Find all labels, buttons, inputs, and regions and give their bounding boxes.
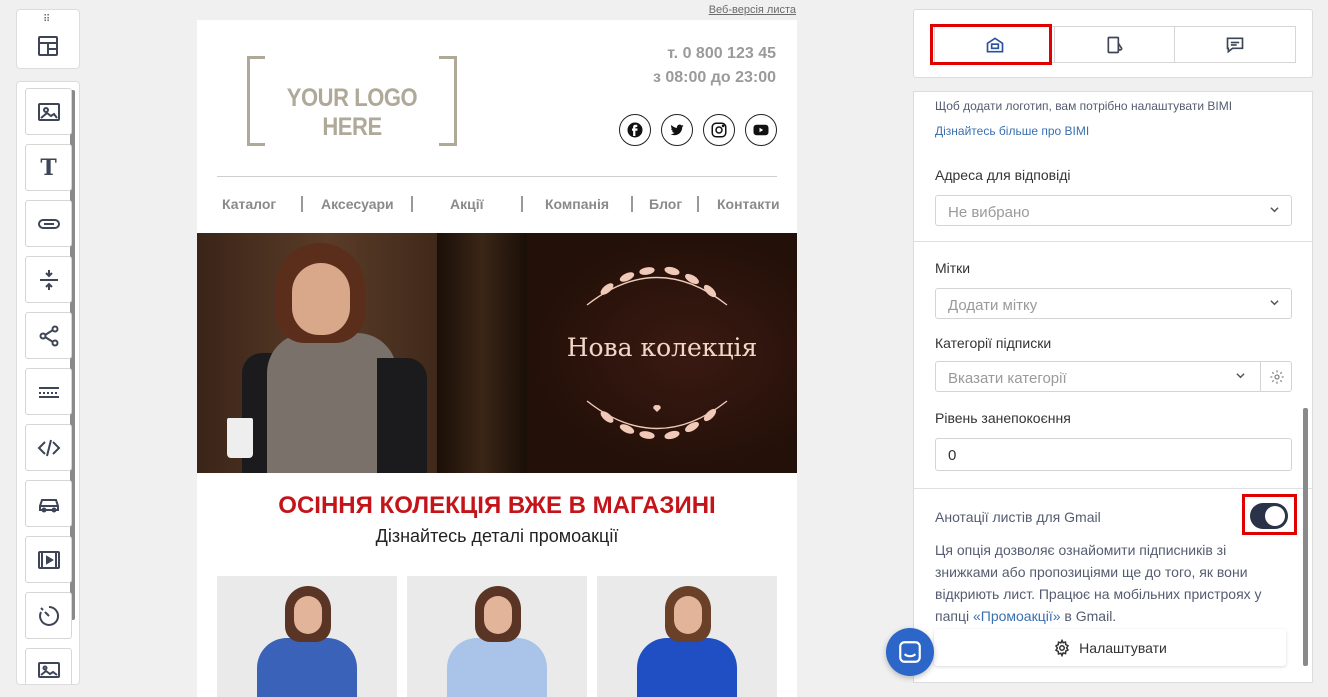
nav-item-company[interactable]: Компанія bbox=[545, 196, 609, 212]
drag-handle-icon[interactable]: ⠿ bbox=[43, 14, 50, 25]
phone-text: т. 0 800 123 45 bbox=[667, 45, 776, 62]
web-version-link[interactable]: Веб-версія листа bbox=[600, 4, 796, 16]
email-nav: Каталог Аксесуари Акції Компанія Блог Ко… bbox=[197, 196, 797, 216]
panel-scrollbar[interactable] bbox=[1303, 408, 1308, 666]
social-block-button[interactable] bbox=[25, 312, 72, 359]
configure-button[interactable]: Налаштувати bbox=[934, 629, 1286, 666]
tab-email-settings[interactable] bbox=[934, 26, 1055, 63]
contacts-block: т. 0 800 123 45 з 08:00 до 23:00 bbox=[653, 42, 776, 90]
text-icon: T bbox=[40, 154, 57, 181]
image-icon bbox=[37, 102, 60, 121]
button-block-button[interactable] bbox=[25, 200, 72, 247]
facebook-icon[interactable] bbox=[619, 114, 651, 146]
text-block-button[interactable]: T bbox=[25, 144, 72, 191]
concern-level-input[interactable]: 0 bbox=[935, 438, 1292, 471]
blocks-toolbar: T bbox=[16, 81, 80, 685]
timer-block-button[interactable] bbox=[25, 592, 72, 639]
video-block-button[interactable] bbox=[25, 536, 72, 583]
twitter-icon[interactable] bbox=[661, 114, 693, 146]
configure-label: Налаштувати bbox=[1079, 639, 1167, 656]
nav-item-accessories[interactable]: Аксесуари bbox=[321, 196, 394, 212]
timer-icon bbox=[38, 605, 59, 626]
bimi-link[interactable]: Дізнайтесь більше про BIMI bbox=[935, 124, 1089, 138]
code-icon bbox=[37, 439, 60, 456]
gmail-annotations-label: Анотації листів для Gmail bbox=[935, 509, 1101, 525]
instagram-icon[interactable] bbox=[703, 114, 735, 146]
support-chat-button[interactable] bbox=[886, 628, 934, 676]
html-block-button[interactable] bbox=[25, 424, 72, 471]
nav-item-promotions[interactable]: Акції bbox=[450, 196, 484, 212]
concern-level-label: Рівень занепокоєння bbox=[935, 410, 1071, 426]
share-icon bbox=[39, 325, 58, 346]
car-icon bbox=[38, 498, 59, 512]
hours-text: з 08:00 до 23:00 bbox=[652, 69, 776, 86]
bimi-note: Щоб додати логотип, вам потрібно налашту… bbox=[935, 99, 1233, 113]
tab-comments[interactable] bbox=[1174, 26, 1296, 63]
chevron-down-icon bbox=[1270, 300, 1279, 306]
tags-select[interactable]: Додати мітку bbox=[935, 288, 1292, 319]
product-card[interactable] bbox=[597, 576, 777, 697]
tags-placeholder: Додати мітку bbox=[948, 297, 1038, 314]
layout-icon bbox=[36, 34, 60, 63]
social-links bbox=[619, 114, 777, 146]
chevron-down-icon bbox=[1236, 373, 1245, 379]
reply-address-select[interactable]: Не вибрано bbox=[935, 195, 1292, 226]
promo-headline: ОСІННЯ КОЛЕКЦІЯ ВЖЕ В МАГАЗИНІ bbox=[278, 492, 716, 519]
promotions-link[interactable]: «Промоакції» bbox=[973, 608, 1061, 624]
video-icon bbox=[37, 550, 60, 569]
banner-block-button[interactable] bbox=[25, 648, 72, 684]
banner-title: Нова колекція bbox=[566, 333, 758, 362]
button-icon bbox=[37, 218, 60, 229]
promo-subline: Дізнайтесь деталі промоакції bbox=[375, 526, 619, 546]
product-card[interactable] bbox=[407, 576, 587, 697]
product-card[interactable] bbox=[217, 576, 397, 697]
product-block-button[interactable] bbox=[25, 480, 72, 527]
gear-icon bbox=[1269, 369, 1284, 384]
nav-item-contacts[interactable]: Контакти bbox=[717, 196, 780, 212]
header-divider bbox=[217, 176, 777, 177]
image-text-icon bbox=[37, 661, 60, 678]
categories-placeholder: Вказати категорії bbox=[948, 370, 1067, 387]
tags-label: Мітки bbox=[935, 260, 971, 276]
nav-item-blog[interactable]: Блог bbox=[649, 196, 682, 212]
coffee-cup-icon bbox=[227, 418, 253, 458]
settings-tabs bbox=[913, 9, 1313, 78]
chevron-down-icon bbox=[1270, 207, 1279, 213]
divider-block-button[interactable] bbox=[25, 368, 72, 415]
settings-panel: Щоб додати логотип, вам потрібно налашту… bbox=[913, 91, 1313, 683]
wreath-top-icon bbox=[586, 266, 728, 306]
gear-icon bbox=[1055, 638, 1070, 657]
youtube-icon[interactable] bbox=[745, 114, 777, 146]
gmail-annotations-description: Ця опція дозволяє ознайомити підписників… bbox=[935, 542, 1262, 624]
tab-design[interactable] bbox=[1054, 26, 1175, 63]
comment-icon bbox=[1226, 37, 1244, 53]
spacer-icon bbox=[39, 269, 58, 290]
image-block-button[interactable] bbox=[25, 88, 72, 135]
nav-item-catalog[interactable]: Каталог bbox=[222, 196, 276, 212]
logo-placeholder[interactable]: YOUR LOGO HERE bbox=[247, 56, 457, 146]
categories-label: Категорії підписки bbox=[935, 335, 1052, 351]
paint-icon bbox=[1107, 36, 1123, 53]
categories-select[interactable]: Вказати категорії bbox=[935, 361, 1292, 392]
reply-address-label: Адреса для відповіді bbox=[935, 167, 1071, 183]
wreath-bottom-icon bbox=[586, 400, 728, 440]
layout-panel-button[interactable]: ⠿ bbox=[16, 9, 80, 69]
hero-banner[interactable]: Нова колекція bbox=[197, 233, 797, 473]
email-canvas: YOUR LOGO HERE т. 0 800 123 45 з 08:00 д… bbox=[197, 20, 797, 697]
logo-text: YOUR LOGO HERE bbox=[286, 84, 418, 141]
reply-address-value: Не вибрано bbox=[948, 204, 1030, 221]
spacer-block-button[interactable] bbox=[25, 256, 72, 303]
gmail-annotations-toggle[interactable] bbox=[1250, 503, 1288, 529]
chat-icon bbox=[899, 641, 921, 663]
divider-icon bbox=[38, 386, 59, 398]
mail-settings-icon bbox=[986, 36, 1003, 52]
categories-settings-button[interactable] bbox=[1260, 361, 1292, 392]
